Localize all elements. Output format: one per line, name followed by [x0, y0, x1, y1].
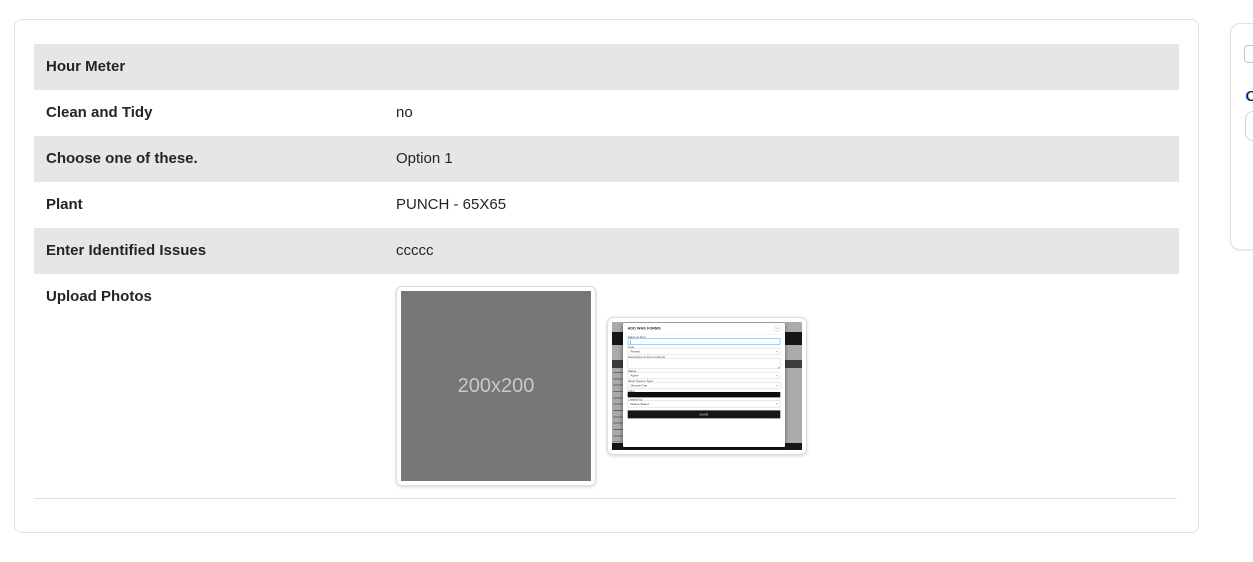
row-value: ccccc: [384, 228, 1179, 274]
placeholder-text: 200x200: [458, 376, 535, 396]
whs-forms-modal: ADD WHS FORMS × Name of form Type Printe…: [623, 323, 785, 447]
details-table: Hour Meter Clean and Tidy no Choose one …: [34, 44, 1179, 498]
placeholder-image: 200x200: [401, 291, 591, 481]
table-row: Clean and Tidy no: [34, 90, 1179, 136]
row-label: Choose one of these.: [34, 136, 384, 182]
photo-thumbnail-form-screenshot[interactable]: t maintenance dant maintena ADD WHS FORM…: [607, 317, 807, 455]
description-textarea: [628, 358, 781, 369]
details-card: Hour Meter Clean and Tidy no Choose one …: [14, 19, 1199, 533]
table-row: Enter Identified Issues ccccc: [34, 228, 1179, 274]
close-icon: ×: [775, 326, 781, 332]
row-value: no: [384, 90, 1179, 136]
side-panel-partial-text: C: [1246, 88, 1253, 105]
type-select: Printed ▾: [628, 348, 781, 355]
name-of-form-input: [628, 338, 781, 345]
side-panel-input[interactable]: [1245, 111, 1253, 141]
screenshot-left-text-lines: [613, 372, 623, 442]
row-value: Option 1: [384, 136, 1179, 182]
color-swatch-input: [628, 392, 781, 397]
show-source-type-select: Choose One ▾: [628, 382, 781, 389]
row-label: Upload Photos: [34, 274, 384, 498]
row-label: Plant: [34, 182, 384, 228]
form-screenshot-image: t maintenance dant maintena ADD WHS FORM…: [612, 322, 802, 450]
table-row: Plant PUNCH - 65X65: [34, 182, 1179, 228]
row-label: Clean and Tidy: [34, 90, 384, 136]
row-value: PUNCH - 65X65: [384, 182, 1179, 228]
divider: [34, 498, 1177, 499]
save-button: SAVE: [628, 410, 781, 418]
table-row: Choose one of these. Option 1: [34, 136, 1179, 182]
table-row: Hour Meter: [34, 44, 1179, 90]
side-panel-button[interactable]: [1244, 45, 1253, 63]
photo-thumbnail-placeholder[interactable]: 200x200: [396, 286, 596, 486]
row-value: [384, 44, 1179, 90]
table-row-upload-photos: Upload Photos 200x200: [34, 274, 1179, 498]
row-label: Enter Identified Issues: [34, 228, 384, 274]
photos-cell: 200x200 t maintenance dant maintena: [384, 274, 1179, 498]
side-panel-partial: C: [1230, 23, 1253, 250]
row-label: Hour Meter: [34, 44, 384, 90]
status-select: Active ▾: [628, 372, 781, 379]
created-by-select: Please Select ▾: [628, 400, 781, 407]
